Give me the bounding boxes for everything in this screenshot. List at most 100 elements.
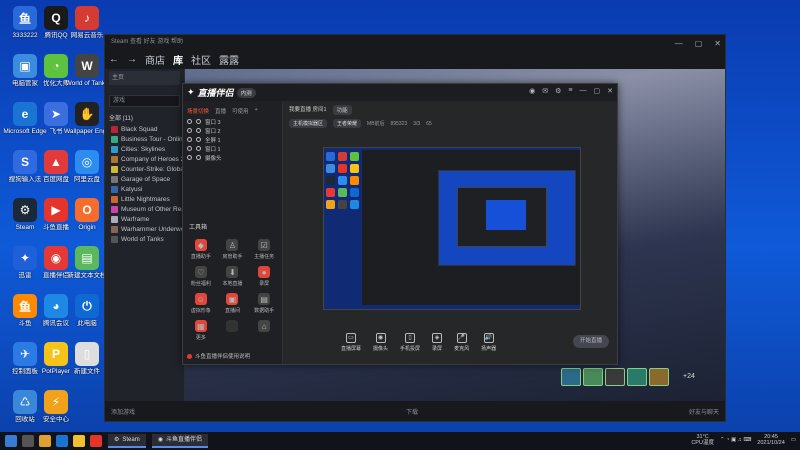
game-search-input[interactable]: 游戏 <box>109 95 180 107</box>
eye-icon[interactable] <box>187 119 192 124</box>
home-button[interactable]: 主页 <box>109 71 180 85</box>
desktop-icon-image: ⚡ <box>44 390 68 414</box>
tab-available[interactable]: 可使用 <box>232 107 249 115</box>
eye-icon[interactable] <box>187 155 192 160</box>
tool-item[interactable]: ⬇ 本地直播 <box>217 266 249 287</box>
scene-item[interactable]: 摄像头 <box>187 153 282 162</box>
game-tile[interactable] <box>561 368 581 386</box>
eye-icon[interactable] <box>187 137 192 142</box>
tool-item[interactable]: ♙ 房管助手 <box>217 239 249 260</box>
menu-icon[interactable]: ≡ <box>568 87 572 95</box>
tray-icons[interactable]: ⌃ ◔ ▣ ♫ ⌨ <box>720 437 751 443</box>
nav-profile[interactable]: 露露 <box>219 52 239 67</box>
game-list-item[interactable]: Katyusi <box>111 184 184 194</box>
notification-icon[interactable]: ▭ <box>791 437 796 443</box>
tab-function[interactable]: 功能 <box>332 105 352 115</box>
task-live-companion[interactable]: ◉ 斗鱼直播伴侣 <box>151 434 208 448</box>
scene-item[interactable]: 窗口 2 <box>187 126 282 135</box>
scene-item[interactable]: 窗口 3 <box>187 117 282 126</box>
lock-icon[interactable] <box>196 155 201 160</box>
forward-arrow-icon[interactable]: → <box>127 54 137 65</box>
tool-item[interactable]: ☺ 虚拟形象 <box>185 293 217 314</box>
tool-item[interactable] <box>217 320 249 341</box>
game-tile[interactable] <box>627 368 647 386</box>
stream-preview[interactable] <box>323 147 581 310</box>
weather[interactable]: 31°C CPU温度 <box>691 434 714 446</box>
auto-start[interactable]: 斗鱼直播伴侣使用说明 <box>187 352 250 360</box>
game-list-item[interactable]: World of Tanks <box>111 234 184 244</box>
source-tool[interactable]: ▯ 手机投屏 <box>400 332 420 352</box>
source-tool[interactable]: ◉ 摄像头 <box>373 332 388 352</box>
settings-icon[interactable]: ⚙ <box>555 87 561 95</box>
lock-icon[interactable] <box>196 128 201 133</box>
desktop-icon-image: ◎ <box>75 150 99 174</box>
task-steam[interactable]: ⚙ Steam <box>108 434 146 448</box>
close-icon[interactable]: ✕ <box>607 87 613 95</box>
lock-icon[interactable] <box>196 146 201 151</box>
douyu-icon[interactable] <box>90 435 102 447</box>
game-list-item[interactable]: Warframe <box>111 214 184 224</box>
tool-item[interactable]: ▣ 直播间 <box>217 293 249 314</box>
clock[interactable]: 20:45 2021/10/24 <box>757 434 785 446</box>
scene-item[interactable]: 窗口 1 <box>187 144 282 153</box>
game-list-item[interactable]: Black Squad <box>111 124 184 134</box>
scene-item[interactable]: 全屏 1 <box>187 135 282 144</box>
file-explorer-icon[interactable] <box>39 435 51 447</box>
game-list-item[interactable]: Cities: Skylines <box>111 144 184 154</box>
game-list-item[interactable]: Little Nightmares <box>111 194 184 204</box>
add-game-button[interactable]: 添加游戏 <box>111 407 135 416</box>
nav-store[interactable]: 商店 <box>145 52 165 67</box>
source-tool[interactable]: ◈ 录屏 <box>432 332 442 352</box>
source-tool[interactable]: 🎤 麦克风 <box>454 332 469 352</box>
preview-icon <box>350 176 359 185</box>
source-tool-icon: ▭ <box>346 332 356 343</box>
room-info-item: 主机模拟器区 <box>289 119 328 128</box>
eye-icon[interactable] <box>187 128 192 133</box>
avatar[interactable]: ◉ <box>529 87 535 95</box>
game-list-item[interactable]: Business Tour - Online <box>111 134 184 144</box>
taskview-icon[interactable] <box>22 435 34 447</box>
source-tool[interactable]: 🔊 扬声器 <box>481 332 496 352</box>
desktop-icon[interactable]: ⚡ 安全中心 <box>33 390 79 423</box>
maximize-icon[interactable]: ▢ <box>594 87 601 95</box>
minimize-icon[interactable]: — <box>580 87 587 95</box>
message-icon[interactable]: ✉ <box>542 87 548 95</box>
lock-icon[interactable] <box>196 119 201 124</box>
add-scene-icon[interactable]: + <box>255 107 258 115</box>
tool-item[interactable]: ◆ 直播助手 <box>185 239 217 260</box>
start-live-button[interactable]: 开始直播 <box>573 335 609 348</box>
tab-scenes[interactable]: 场景切换 <box>187 107 209 115</box>
tool-item[interactable]: ♡ 粉丝福利 <box>185 266 217 287</box>
friends-chat-button[interactable]: 好友与聊天 <box>689 407 719 416</box>
steam-menu-text[interactable]: Steam 查看 好友 游戏 帮助 <box>111 39 183 45</box>
tool-item[interactable]: ▤ 数据助手 <box>248 293 280 314</box>
tool-item[interactable]: ☑ 主播任务 <box>248 239 280 260</box>
more-games-count[interactable]: +24 <box>683 373 695 380</box>
app-logo: ✦ 直播伴侣 内测 <box>187 86 256 99</box>
edge-icon[interactable] <box>56 435 68 447</box>
game-list-item[interactable]: Warhammer Underworlds <box>111 224 184 234</box>
nav-library[interactable]: 库 <box>173 52 183 67</box>
tab-live[interactable]: 直播 <box>215 107 226 115</box>
nav-community[interactable]: 社区 <box>191 52 211 67</box>
tool-item[interactable]: ● 录屏 <box>248 266 280 287</box>
start-menu-icon[interactable] <box>5 435 17 447</box>
game-tile[interactable] <box>649 368 669 386</box>
tool-item[interactable]: ▦ 更多 <box>185 320 217 341</box>
source-tool[interactable]: ▭ 直播屏幕 <box>341 332 361 352</box>
tab-live-room[interactable]: 我要直播 房间1 <box>289 105 327 115</box>
game-tile[interactable] <box>605 368 625 386</box>
game-list-item[interactable]: Garage of Space <box>111 174 184 184</box>
game-list-item[interactable]: Company of Heroes 2 <box>111 154 184 164</box>
all-games-group[interactable]: 全部 (11) <box>109 113 180 122</box>
game-list-item[interactable]: Museum of Other Realms <box>111 204 184 214</box>
game-list-item[interactable]: Counter-Strike: Global <box>111 164 184 174</box>
folder-icon[interactable] <box>73 435 85 447</box>
lock-icon[interactable] <box>196 137 201 142</box>
game-tile[interactable] <box>583 368 603 386</box>
task-live-companion-label: 斗鱼直播伴侣 <box>165 437 202 443</box>
tool-item[interactable]: ⌂ <box>248 320 280 341</box>
back-arrow-icon[interactable]: ← <box>109 54 119 65</box>
downloads-button[interactable]: 下载 <box>406 407 418 416</box>
eye-icon[interactable] <box>187 146 192 151</box>
